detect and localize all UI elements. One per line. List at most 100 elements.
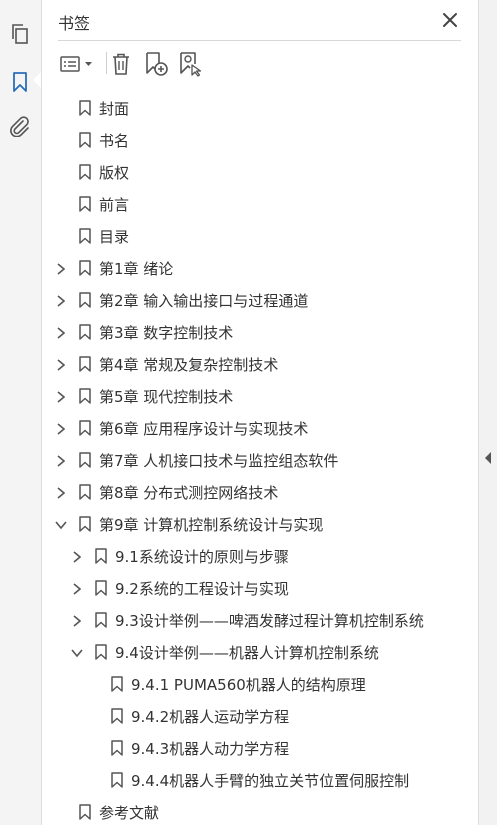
bookmark-item-icon [78,292,92,308]
bookmark-item[interactable]: 封面 [42,92,478,124]
bookmark-item-icon [110,676,124,692]
bookmark-label: 封面 [99,100,130,118]
attachment-icon[interactable] [8,114,32,138]
bookmark-item-icon [110,772,124,788]
bookmark-label: 第3章 数字控制技术 [99,324,234,342]
bookmark-item[interactable]: 第9章 计算机控制系统设计与实现 [42,508,478,540]
bookmark-item-icon [94,580,108,596]
bookmarks-panel: 书签 封面 书名 版权 前言 目录 第1章 绪论 第2章 输入输出接口与过程通道… [42,0,478,825]
bookmark-label: 9.4.2机器人运动学方程 [131,708,290,726]
chevron-right-icon[interactable] [54,453,68,467]
bookmark-item-icon [94,548,108,564]
bookmark-item-icon [78,484,92,500]
bookmark-item[interactable]: 9.4.2机器人运动学方程 [42,700,478,732]
chevron-right-icon[interactable] [54,325,68,339]
chevron-right-icon[interactable] [54,293,68,307]
bookmark-item[interactable]: 9.1系统设计的原则与步骤 [42,540,478,572]
bookmark-item[interactable]: 第8章 分布式测控网络技术 [42,476,478,508]
bookmark-item[interactable]: 前言 [42,188,478,220]
bookmark-item-icon [78,420,92,436]
bookmark-item-icon [78,804,92,820]
bookmark-item-icon [78,260,92,276]
bookmark-item-icon [78,132,92,148]
bookmark-item-icon [94,612,108,628]
bookmark-item[interactable]: 第1章 绪论 [42,252,478,284]
bookmark-item-icon [78,452,92,468]
bookmark-label: 9.3设计举例——啤酒发酵过程计算机控制系统 [115,612,424,630]
bookmark-item[interactable]: 9.3设计举例——啤酒发酵过程计算机控制系统 [42,604,478,636]
panel-resize-bar[interactable] [478,0,497,825]
bookmark-label: 第8章 分布式测控网络技术 [99,484,279,502]
bookmark-label: 第5章 现代控制技术 [99,388,234,406]
bookmark-item-icon [78,100,92,116]
bookmark-item[interactable]: 第2章 输入输出接口与过程通道 [42,284,478,316]
chevron-right-icon[interactable] [54,261,68,275]
bookmark-item[interactable]: 9.4.1 PUMA560机器人的结构原理 [42,668,478,700]
bookmark-item-icon [78,516,92,532]
bookmark-item-icon [110,740,124,756]
chevron-right-icon[interactable] [70,613,84,627]
bookmarks-toolbar [42,44,478,84]
chevron-right-icon[interactable] [54,357,68,371]
bookmark-item[interactable]: 第6章 应用程序设计与实现技术 [42,412,478,444]
bookmark-item[interactable]: 第4章 常规及复杂控制技术 [42,348,478,380]
chevron-right-icon[interactable] [70,549,84,563]
bookmark-label: 参考文献 [99,804,160,822]
header-divider [58,40,461,41]
bookmark-label: 第6章 应用程序设计与实现技术 [99,420,309,438]
chevron-right-icon[interactable] [70,581,84,595]
bookmark-label: 第4章 常规及复杂控制技术 [99,356,279,374]
bookmark-item-icon [78,324,92,340]
bookmark-item[interactable]: 第7章 人机接口技术与监控组态软件 [42,444,478,476]
bookmark-label: 9.4设计举例——机器人计算机控制系统 [115,644,379,662]
bookmark-item-icon [78,164,92,180]
bookmark-label: 第1章 绪论 [99,260,174,278]
collapse-arrow-icon[interactable] [484,450,492,464]
bookmark-search-icon[interactable] [176,50,204,78]
bookmark-label: 书名 [99,132,130,150]
close-icon[interactable] [440,10,460,30]
bookmark-label: 9.2系统的工程设计与实现 [115,580,289,598]
options-icon[interactable] [58,50,96,78]
panel-header: 书签 [42,0,478,40]
toolbar-separator [106,52,107,74]
panel-title: 书签 [58,14,91,33]
bookmark-item-icon [110,708,124,724]
bookmark-item-icon [78,388,92,404]
bookmark-label: 前言 [99,196,130,214]
bookmark-icon[interactable] [8,70,32,94]
bookmark-item[interactable]: 书名 [42,124,478,156]
bookmark-item[interactable]: 版权 [42,156,478,188]
bookmark-item-icon [78,196,92,212]
bookmark-item[interactable]: 9.4.3机器人动力学方程 [42,732,478,764]
bookmark-item[interactable]: 目录 [42,220,478,252]
bookmark-item[interactable]: 9.2系统的工程设计与实现 [42,572,478,604]
bookmark-item-icon [78,228,92,244]
bookmark-label: 版权 [99,164,130,182]
chevron-right-icon[interactable] [54,421,68,435]
new-bookmark-icon[interactable] [142,50,170,78]
bookmark-label: 9.4.1 PUMA560机器人的结构原理 [131,676,366,694]
bookmark-item[interactable]: 第5章 现代控制技术 [42,380,478,412]
delete-icon[interactable] [108,50,134,78]
bookmark-label: 9.1系统设计的原则与步骤 [115,548,289,566]
navigation-rail [0,0,42,825]
bookmark-label: 9.4.4机器人手臂的独立关节位置伺服控制 [131,772,410,790]
bookmark-label: 第2章 输入输出接口与过程通道 [99,292,309,310]
bookmark-item-icon [94,644,108,660]
bookmark-item[interactable]: 参考文献 [42,796,478,828]
pages-icon[interactable] [8,22,32,46]
active-pane-pointer [33,72,41,88]
bookmark-label: 9.4.3机器人动力学方程 [131,740,290,758]
chevron-right-icon[interactable] [54,389,68,403]
bookmark-item[interactable]: 第3章 数字控制技术 [42,316,478,348]
chevron-down-icon[interactable] [70,645,84,659]
chevron-down-icon[interactable] [54,517,68,531]
bookmark-label: 第7章 人机接口技术与监控组态软件 [99,452,339,470]
chevron-right-icon[interactable] [54,485,68,499]
bookmark-label: 目录 [99,228,130,246]
bookmark-item-icon [78,356,92,372]
bookmark-item[interactable]: 9.4.4机器人手臂的独立关节位置伺服控制 [42,764,478,796]
bookmark-label: 第9章 计算机控制系统设计与实现 [99,516,324,534]
bookmark-item[interactable]: 9.4设计举例——机器人计算机控制系统 [42,636,478,668]
